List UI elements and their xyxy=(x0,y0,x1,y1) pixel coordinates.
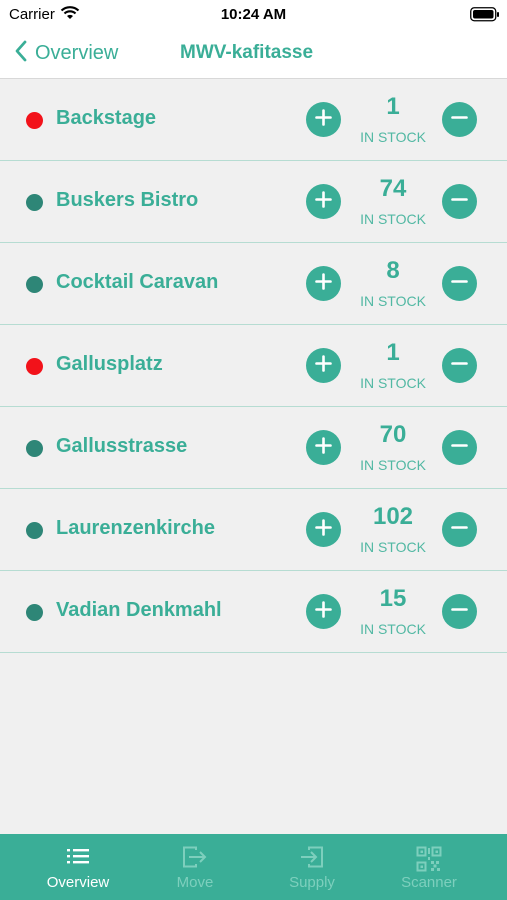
status-dot xyxy=(26,276,43,293)
increment-button[interactable] xyxy=(306,184,341,219)
decrement-button[interactable] xyxy=(442,512,477,547)
status-dot xyxy=(26,112,43,129)
plus-icon xyxy=(315,190,332,213)
plus-icon xyxy=(315,272,332,295)
move-icon xyxy=(182,846,208,873)
stock-label: IN STOCK xyxy=(360,539,426,555)
status-dot xyxy=(26,194,43,211)
minus-icon xyxy=(451,273,468,295)
location-name: Cocktail Caravan xyxy=(56,271,219,293)
location-name: Laurenzenkirche xyxy=(56,517,215,539)
battery-icon xyxy=(470,7,500,27)
tab-move[interactable]: Move xyxy=(132,834,258,900)
increment-button[interactable] xyxy=(306,348,341,383)
minus-icon xyxy=(451,437,468,459)
list-icon xyxy=(66,846,90,871)
tab-scanner[interactable]: Scanner xyxy=(366,834,492,900)
status-dot xyxy=(26,440,43,457)
stock-count: 1 xyxy=(386,93,400,120)
list-item: Laurenzenkirche 102 IN STOCK xyxy=(0,489,507,571)
tab-supply[interactable]: Supply xyxy=(249,834,375,900)
status-dot xyxy=(26,358,43,375)
plus-icon xyxy=(315,518,332,541)
decrement-button[interactable] xyxy=(442,184,477,219)
location-list: Backstage 1 IN STOCK Buskers Bistro 74 I… xyxy=(0,79,507,653)
decrement-button[interactable] xyxy=(442,266,477,301)
stock-count: 102 xyxy=(372,503,414,530)
list-item: Gallusstrasse 70 IN STOCK xyxy=(0,407,507,489)
stock-count: 74 xyxy=(379,175,407,202)
stock-label: IN STOCK xyxy=(360,375,426,391)
tab-label: Supply xyxy=(289,874,335,891)
plus-icon xyxy=(315,600,332,623)
list-item: Cocktail Caravan 8 IN STOCK xyxy=(0,243,507,325)
minus-icon xyxy=(451,601,468,623)
tab-label: Overview xyxy=(46,874,110,891)
stock-count: 15 xyxy=(379,585,407,612)
tab-overview[interactable]: Overview xyxy=(15,834,141,900)
decrement-button[interactable] xyxy=(442,102,477,137)
minus-icon xyxy=(451,519,468,541)
plus-icon xyxy=(315,354,332,377)
stock-count: 8 xyxy=(386,257,400,284)
supply-icon xyxy=(299,846,325,873)
nav-bar: Overview MWV-kafitasse xyxy=(0,30,507,79)
decrement-button[interactable] xyxy=(442,594,477,629)
location-name: Gallusstrasse xyxy=(56,435,188,457)
status-dot xyxy=(26,604,43,621)
decrement-button[interactable] xyxy=(442,430,477,465)
minus-icon xyxy=(451,355,468,377)
stock-label: IN STOCK xyxy=(360,211,426,227)
list-item: Backstage 1 IN STOCK xyxy=(0,79,507,161)
tab-label: Scanner xyxy=(401,874,457,891)
status-dot xyxy=(26,522,43,539)
page-title: MWV-kafitasse xyxy=(180,42,314,63)
decrement-button[interactable] xyxy=(442,348,477,383)
location-name: Gallusplatz xyxy=(56,353,163,375)
location-name: Buskers Bistro xyxy=(56,189,199,211)
stock-label: IN STOCK xyxy=(360,457,426,473)
tab-bar: Overview Move Supply Scanner xyxy=(0,834,507,900)
location-name: Backstage xyxy=(56,107,157,129)
back-button[interactable]: Overview xyxy=(14,38,118,68)
stock-label: IN STOCK xyxy=(360,293,426,309)
status-bar: Carrier 10:24 AM xyxy=(0,0,507,30)
minus-icon xyxy=(451,191,468,213)
increment-button[interactable] xyxy=(306,430,341,465)
qr-icon xyxy=(416,846,442,877)
increment-button[interactable] xyxy=(306,102,341,137)
list-item: Buskers Bistro 74 IN STOCK xyxy=(0,161,507,243)
plus-icon xyxy=(315,108,332,131)
list-item: Gallusplatz 1 IN STOCK xyxy=(0,325,507,407)
plus-icon xyxy=(315,436,332,459)
back-label: Overview xyxy=(35,41,119,64)
increment-button[interactable] xyxy=(306,266,341,301)
stock-count: 70 xyxy=(379,421,407,448)
location-name: Vadian Denkmahl xyxy=(56,599,222,621)
chevron-left-icon xyxy=(14,40,27,67)
stock-label: IN STOCK xyxy=(360,129,426,145)
stock-label: IN STOCK xyxy=(360,621,426,637)
minus-icon xyxy=(451,109,468,131)
status-time: 10:24 AM xyxy=(220,6,287,23)
list-item: Vadian Denkmahl 15 IN STOCK xyxy=(0,571,507,653)
stock-count: 1 xyxy=(386,339,400,366)
increment-button[interactable] xyxy=(306,512,341,547)
increment-button[interactable] xyxy=(306,594,341,629)
tab-label: Move xyxy=(176,874,214,891)
